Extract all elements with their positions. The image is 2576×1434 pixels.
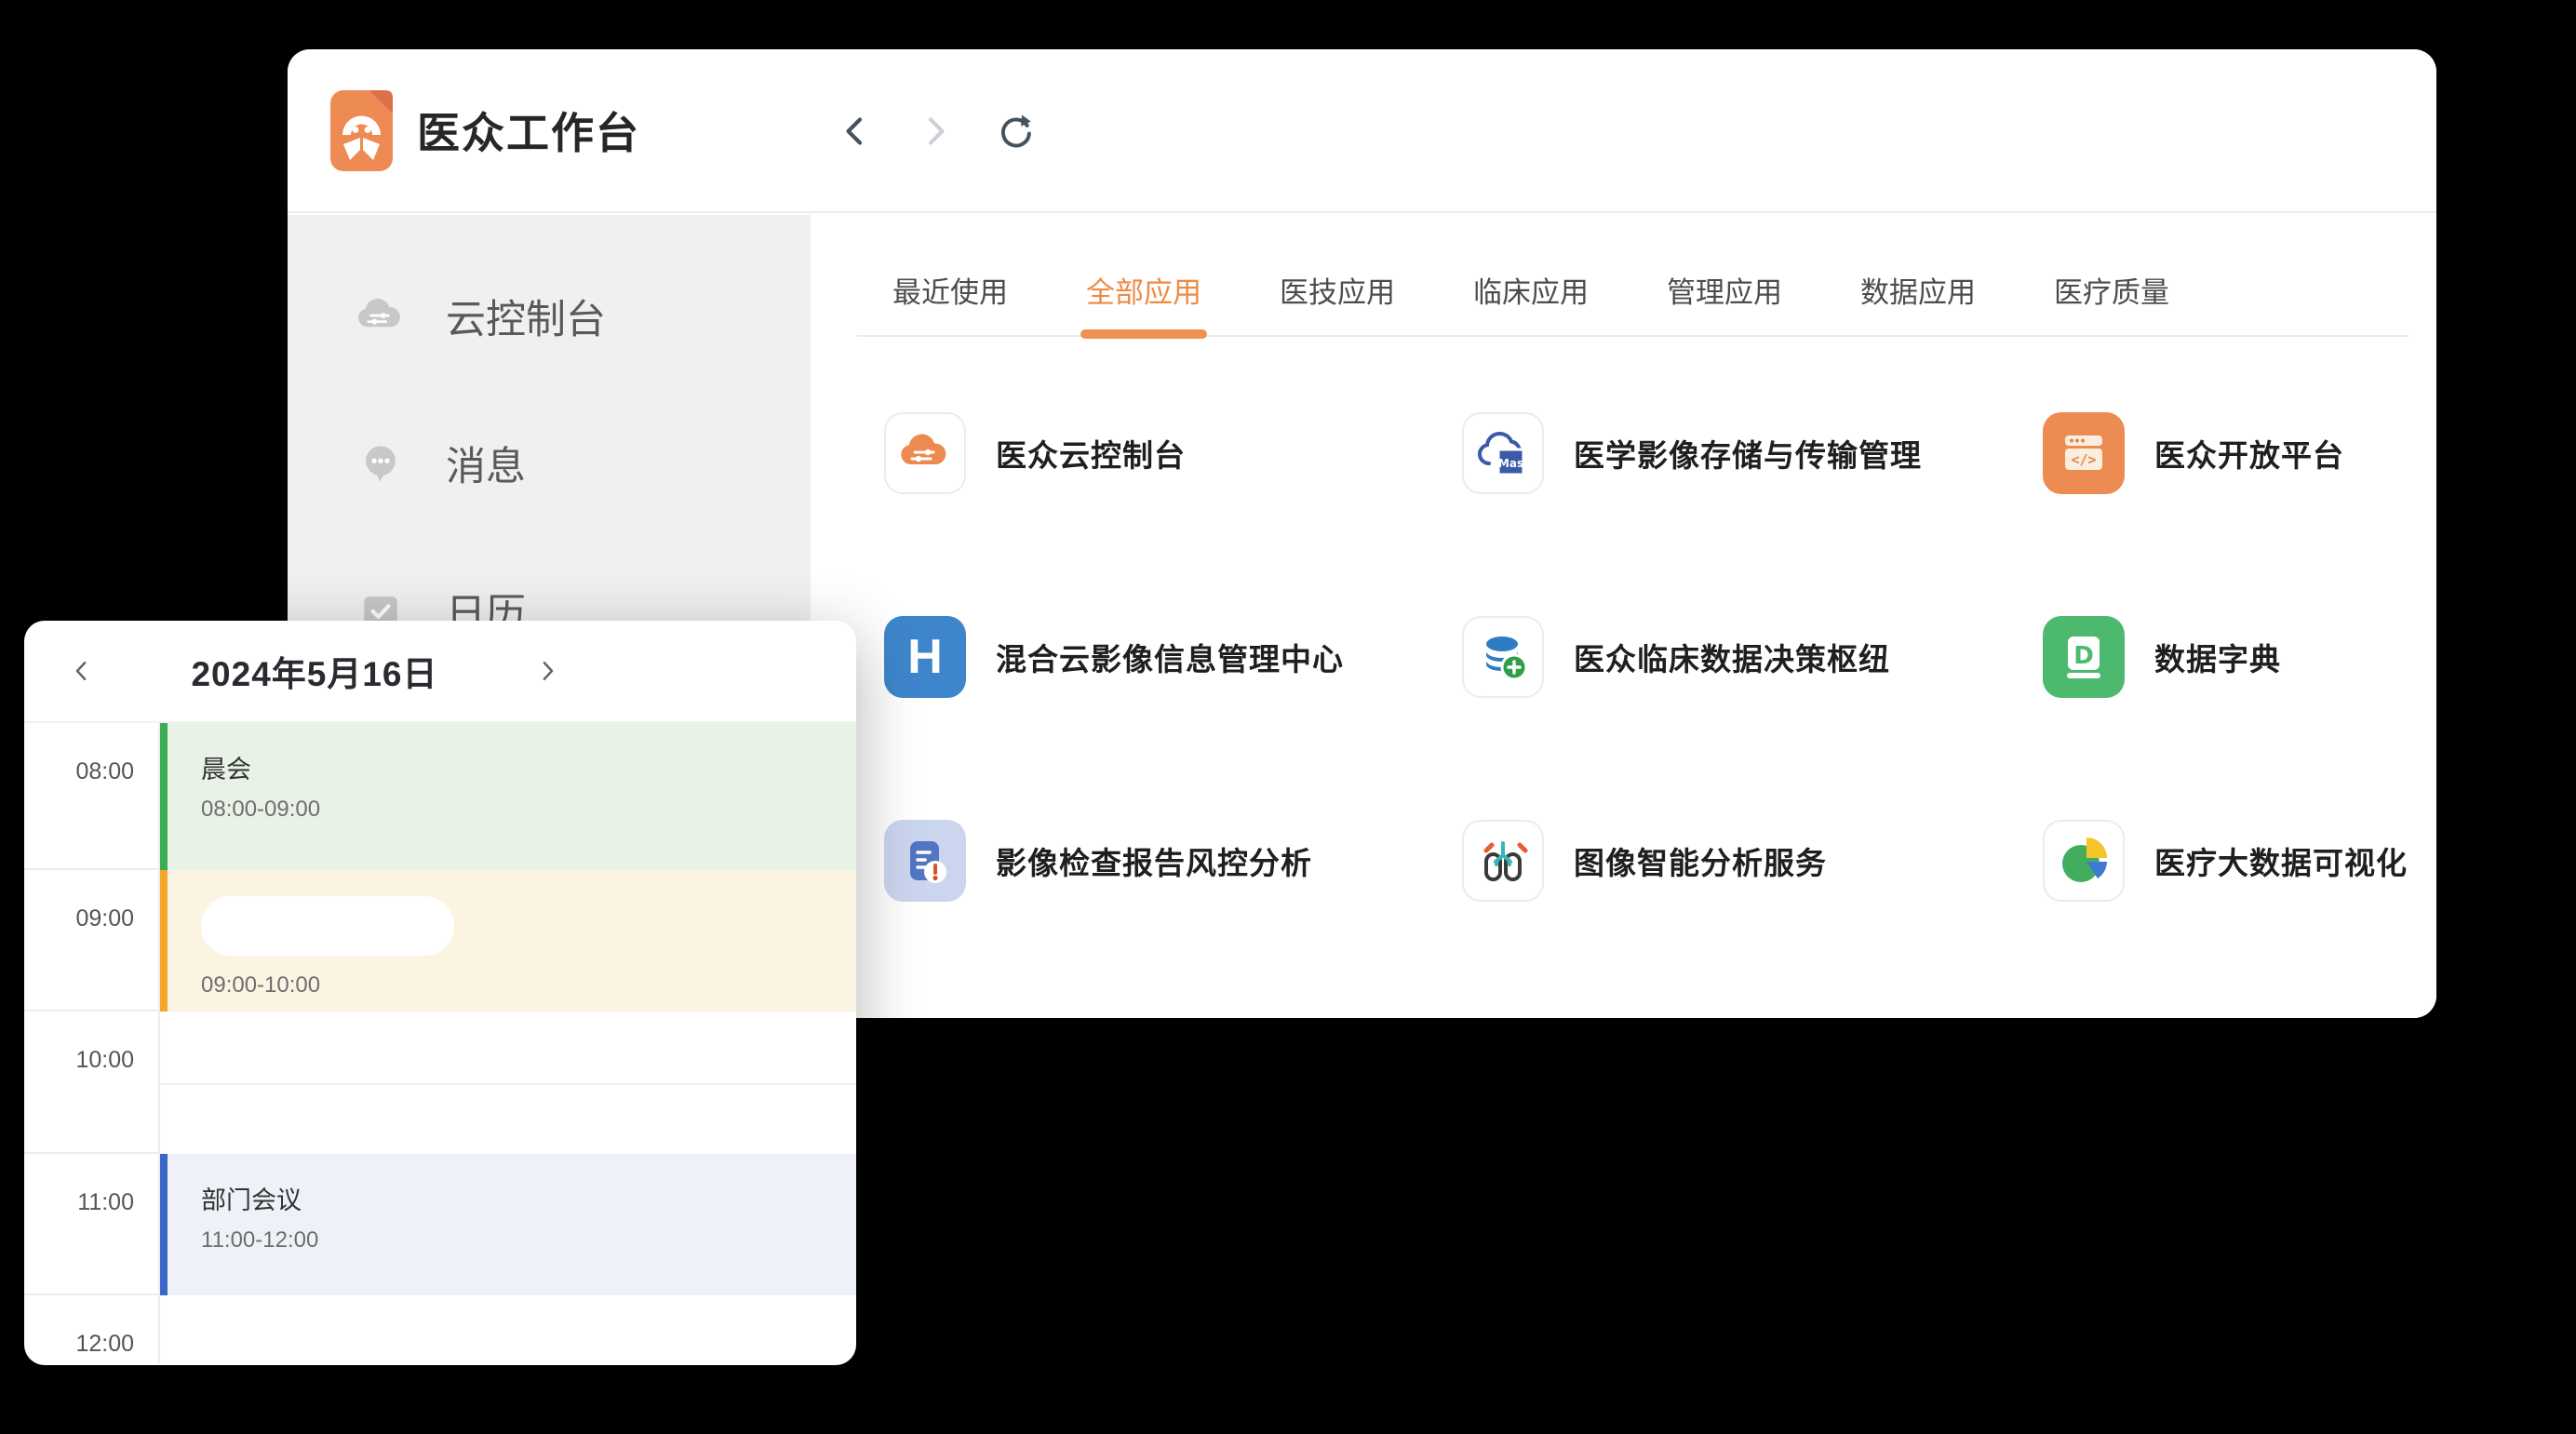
event-time-range: 08:00-09:00: [201, 797, 856, 823]
svg-text:D: D: [2073, 642, 2094, 670]
app-data-dictionary[interactable]: D 数据字典: [2043, 616, 2436, 698]
content-area: 最近使用 全部应用 医技应用 临床应用 管理应用 数据应用 医疗质量: [811, 215, 2436, 1018]
dictionary-book-icon: D: [2056, 629, 2112, 685]
back-button[interactable]: [835, 111, 876, 152]
app-open-platform[interactable]: </> 医众开放平台: [2043, 412, 2436, 494]
calendar-row-1200: 12:00: [24, 1295, 856, 1363]
app-label: 医众临床数据决策枢纽: [1574, 635, 1890, 679]
time-label: 11:00: [24, 1154, 160, 1295]
refresh-button[interactable]: [995, 111, 1036, 152]
app-label: 医众云控制台: [996, 431, 1186, 476]
pie-chart-icon: [2056, 833, 2112, 889]
calendar-header: 2024年5月16日: [24, 621, 856, 723]
cloud-settings-icon: [897, 425, 953, 481]
refresh-icon: [996, 112, 1035, 151]
sidebar-item-cloud-console[interactable]: 云控制台: [288, 288, 811, 345]
event-department-meeting[interactable]: 部门会议 11:00-12:00: [160, 1154, 856, 1295]
tab-recent[interactable]: 最近使用: [892, 269, 1008, 311]
time-label: 12:00: [24, 1295, 160, 1363]
time-label: 09:00: [24, 870, 160, 1012]
calendar-row-1000: 10:00: [24, 1012, 856, 1154]
lungs-icon: [1475, 833, 1531, 889]
report-alert-icon: [897, 833, 953, 889]
cloud-settings-icon: [355, 290, 407, 342]
calendar-body: 08:00 晨会 08:00-09:00 09:00 09:00-10:00 1…: [24, 723, 856, 1363]
sidebar-item-label: 消息: [446, 435, 526, 492]
app-label: 医疗大数据可视化: [2154, 838, 2408, 883]
app-grid: 医众云控制台 Mas 医学影像存储与传输管理: [811, 412, 2436, 902]
calendar-panel: 2024年5月16日 08:00 晨会 08:00-09:00 09:00 09…: [24, 621, 856, 1365]
code-window-icon: </>: [2056, 425, 2112, 481]
chevron-left-icon: [837, 113, 874, 150]
tab-medtech[interactable]: 医技应用: [1280, 269, 1395, 311]
app-title: 医众工作台: [417, 100, 640, 161]
app-label: 图像智能分析服务: [1574, 838, 1827, 883]
calendar-date-title: 2024年5月16日: [102, 646, 527, 696]
forward-button[interactable]: [915, 111, 956, 152]
next-day-button[interactable]: [527, 650, 568, 691]
cloud-storage-icon: Mas: [1475, 425, 1531, 481]
app-logo-icon: [330, 90, 393, 171]
chevron-left-icon: [68, 657, 96, 685]
tab-management[interactable]: 管理应用: [1667, 269, 1782, 311]
window-header: 医众工作台: [288, 49, 2436, 213]
app-imaging-storage[interactable]: Mas 医学影像存储与传输管理: [1462, 412, 2043, 494]
app-hybrid-cloud-imaging[interactable]: H 混合云影像信息管理中心: [884, 616, 1462, 698]
letter-h-icon: H: [907, 629, 943, 685]
app-label: 影像检查报告风控分析: [996, 838, 1312, 883]
window-nav: [835, 49, 1036, 213]
svg-text:</>: </>: [2071, 451, 2096, 468]
sidebar-item-label: 云控制台: [446, 288, 606, 345]
tab-data[interactable]: 数据应用: [1860, 269, 1976, 311]
calendar-row-1100: 11:00 部门会议 11:00-12:00: [24, 1154, 856, 1295]
event-redacted[interactable]: 09:00-10:00: [160, 870, 856, 1012]
message-bubble-icon: [355, 437, 407, 489]
event-title: 晨会: [201, 749, 856, 785]
app-label: 医学影像存储与传输管理: [1574, 431, 1922, 476]
app-tabs: 最近使用 全部应用 医技应用 临床应用 管理应用 数据应用 医疗质量: [857, 215, 2408, 337]
event-morning-meeting[interactable]: 晨会 08:00-09:00: [160, 723, 856, 870]
tab-clinical[interactable]: 临床应用: [1473, 269, 1589, 311]
app-cloud-console[interactable]: 医众云控制台: [884, 412, 1462, 494]
sidebar-item-messages[interactable]: 消息: [288, 435, 811, 492]
time-label: 10:00: [24, 1012, 160, 1154]
event-time-range: 09:00-10:00: [201, 972, 856, 998]
redacted-event-title: [201, 896, 454, 956]
chevron-right-icon: [533, 657, 561, 685]
app-report-risk-analysis[interactable]: 影像检查报告风控分析: [884, 820, 1462, 902]
app-clinical-data-hub[interactable]: 医众临床数据决策枢纽: [1462, 616, 2043, 698]
tab-quality[interactable]: 医疗质量: [2054, 269, 2169, 311]
event-time-range: 11:00-12:00: [201, 1227, 856, 1253]
tab-all-apps[interactable]: 全部应用: [1086, 269, 1201, 311]
app-label: 混合云影像信息管理中心: [996, 635, 1344, 679]
app-image-ai-analysis[interactable]: 图像智能分析服务: [1462, 820, 2043, 902]
app-big-data-visualization[interactable]: 医疗大数据可视化: [2043, 820, 2436, 902]
calendar-row-0900: 09:00 09:00-10:00: [24, 870, 856, 1012]
database-add-icon: [1475, 629, 1531, 685]
event-title: 部门会议: [201, 1180, 856, 1216]
prev-day-button[interactable]: [61, 650, 102, 691]
svg-text:Mas: Mas: [1498, 457, 1523, 470]
app-label: 数据字典: [2154, 635, 2281, 679]
app-label: 医众开放平台: [2154, 431, 2344, 476]
chevron-right-icon: [917, 113, 954, 150]
time-label: 08:00: [24, 723, 160, 870]
calendar-row-0800: 08:00 晨会 08:00-09:00: [24, 723, 856, 870]
